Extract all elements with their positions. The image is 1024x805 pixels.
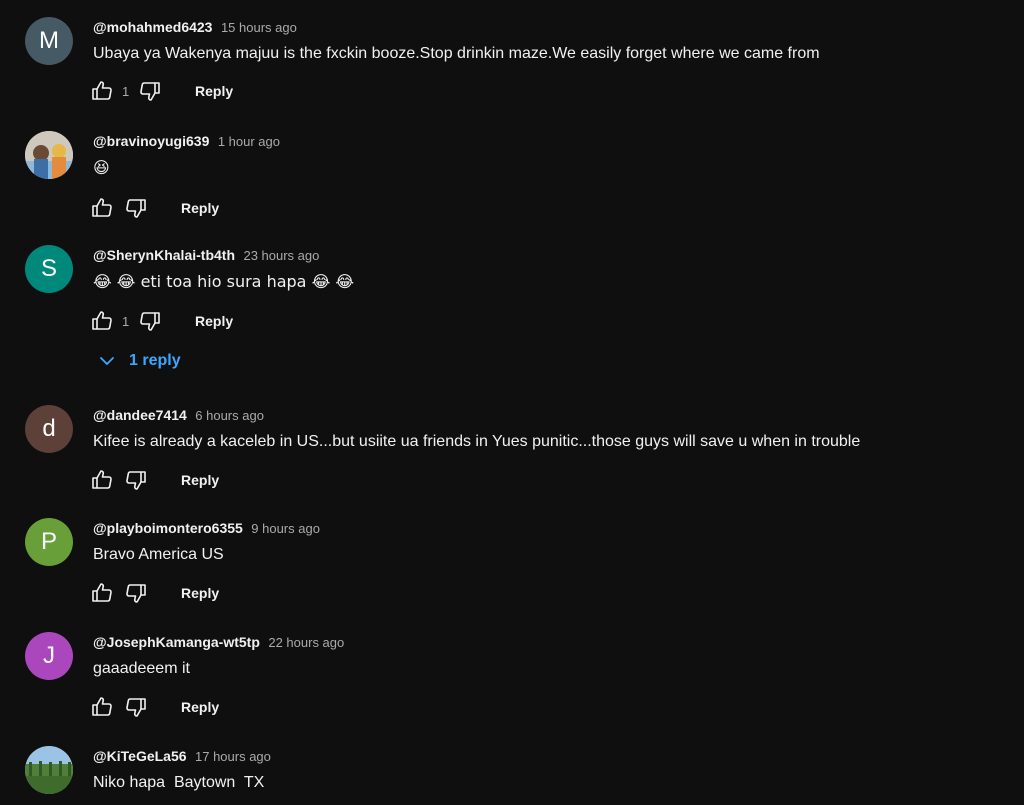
comment-text: Ubaya ya Wakenya majuu is the fxckin boo… <box>93 45 820 62</box>
thumb-down-icon <box>126 698 146 717</box>
user-photo-icon <box>25 131 73 179</box>
comment-header: @JosephKamanga-wt5tp 22 hours ago <box>93 632 344 652</box>
comment-time[interactable]: 23 hours ago <box>243 248 319 263</box>
view-replies-button[interactable]: 1 reply <box>97 351 181 371</box>
like-button[interactable] <box>90 309 114 333</box>
thumb-down-icon <box>126 199 146 218</box>
reply-button[interactable]: Reply <box>181 585 219 601</box>
comment-text: 😂 😂 eti toa hio sura hapa 😂 😂 <box>93 272 355 291</box>
avatar[interactable] <box>25 131 73 179</box>
replies-count-label: 1 reply <box>129 352 181 369</box>
author-name[interactable]: @SherynKhalai-tb4th <box>93 247 235 263</box>
avatar[interactable]: J <box>25 632 73 680</box>
avatar-letter: P <box>40 528 57 555</box>
comment-actions: Reply <box>90 579 219 607</box>
like-count: 1 <box>122 83 130 99</box>
comment-text: Kifee is already a kaceleb in US...but u… <box>93 433 861 450</box>
dislike-button[interactable] <box>138 309 162 333</box>
comment-header: @playboimontero6355 9 hours ago <box>93 518 320 538</box>
thumb-up-icon <box>92 697 112 716</box>
comment-text: gaaadeeem it <box>93 660 190 677</box>
author-name[interactable]: @mohahmed6423 <box>93 19 212 35</box>
comment-time[interactable]: 17 hours ago <box>195 749 271 764</box>
comment-header: @KiTeGeLa56 17 hours ago <box>93 746 271 766</box>
dislike-button[interactable] <box>124 468 148 492</box>
avatar-letter: J <box>43 642 55 669</box>
like-button[interactable] <box>90 468 114 492</box>
author-name[interactable]: @KiTeGeLa56 <box>93 748 187 764</box>
author-name[interactable]: @JosephKamanga-wt5tp <box>93 634 260 650</box>
reply-button[interactable]: Reply <box>195 313 233 329</box>
comment-text: Niko hapa Baytown TX <box>93 774 265 791</box>
thumb-up-icon <box>92 583 112 602</box>
comment-header: @mohahmed6423 15 hours ago <box>93 17 297 37</box>
reply-button[interactable]: Reply <box>181 699 219 715</box>
comment-header: @dandee7414 6 hours ago <box>93 405 264 425</box>
avatar[interactable]: S <box>25 245 73 293</box>
author-name[interactable]: @playboimontero6355 <box>93 520 243 536</box>
comment-time[interactable]: 1 hour ago <box>218 134 280 149</box>
dislike-button[interactable] <box>124 196 148 220</box>
avatar-letter: d <box>42 415 56 442</box>
thumb-down-icon <box>140 82 160 101</box>
comment-actions: Reply <box>90 194 219 222</box>
thumb-up-icon <box>92 81 112 100</box>
thumb-down-icon <box>126 471 146 490</box>
chevron-down-icon <box>100 357 114 365</box>
avatar-letter: M <box>39 27 59 54</box>
comments-section: M @mohahmed6423 15 hours ago Ubaya ya Wa… <box>0 0 1024 805</box>
dislike-button[interactable] <box>138 79 162 103</box>
reply-button[interactable]: Reply <box>195 83 233 99</box>
comment-text: Bravo America US <box>93 546 224 563</box>
reply-button[interactable]: Reply <box>181 200 219 216</box>
like-button[interactable] <box>90 196 114 220</box>
comment-header: @SherynKhalai-tb4th 23 hours ago <box>93 245 319 265</box>
like-count: 1 <box>122 313 130 329</box>
comment-time[interactable]: 6 hours ago <box>195 408 264 423</box>
comment-actions: Reply <box>90 693 219 721</box>
avatar[interactable] <box>25 746 73 794</box>
thumb-up-icon <box>92 470 112 489</box>
thumb-down-icon <box>140 312 160 331</box>
user-photo-icon <box>25 746 73 794</box>
comment-time[interactable]: 9 hours ago <box>251 521 320 536</box>
avatar[interactable]: d <box>25 405 73 453</box>
avatar-letter: S <box>40 255 57 282</box>
reply-button[interactable]: Reply <box>181 472 219 488</box>
comment-actions: 1 Reply <box>90 307 233 335</box>
thumb-up-icon <box>92 311 112 330</box>
like-button[interactable] <box>90 581 114 605</box>
comment-time[interactable]: 15 hours ago <box>221 20 297 35</box>
thumb-down-icon <box>126 584 146 603</box>
like-button[interactable] <box>90 695 114 719</box>
like-button[interactable] <box>90 79 114 103</box>
comment-time[interactable]: 22 hours ago <box>268 635 344 650</box>
comment-text: 😆 <box>93 158 110 177</box>
comment-header: @bravinoyugi639 1 hour ago <box>93 131 280 151</box>
author-name[interactable]: @bravinoyugi639 <box>93 133 209 149</box>
dislike-button[interactable] <box>124 581 148 605</box>
thumb-up-icon <box>92 198 112 217</box>
avatar[interactable]: P <box>25 518 73 566</box>
comment-actions: 1 Reply <box>90 77 233 105</box>
author-name[interactable]: @dandee7414 <box>93 407 187 423</box>
comment-actions: Reply <box>90 466 219 494</box>
dislike-button[interactable] <box>124 695 148 719</box>
avatar[interactable]: M <box>25 17 73 65</box>
